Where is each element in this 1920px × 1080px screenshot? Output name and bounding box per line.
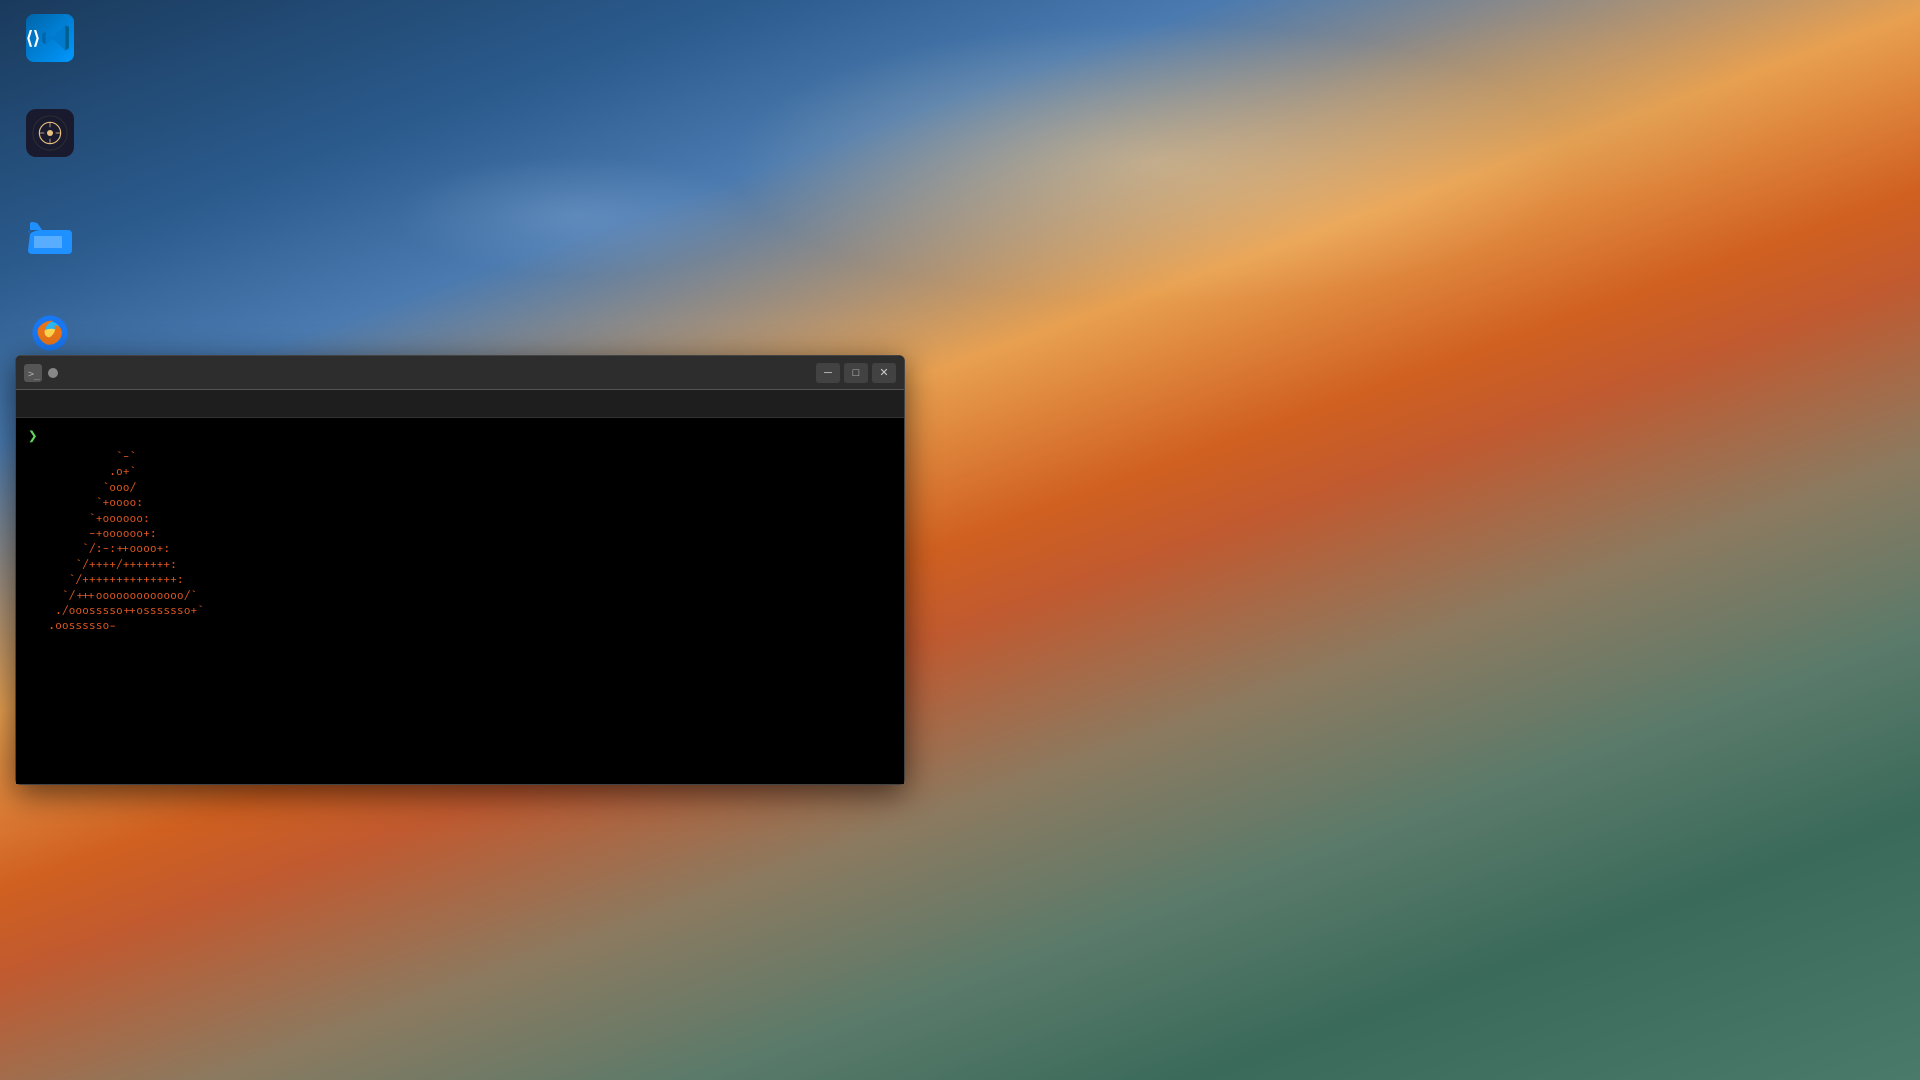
desktop: >_ ─ □ ✕ ❯ [0, 0, 1920, 1080]
titlebar-controls: ─ □ ✕ [816, 363, 896, 383]
close-button[interactable]: ✕ [872, 363, 896, 383]
terminal-titlebar: >_ ─ □ ✕ [16, 356, 904, 390]
neofetch-logo: `-` .o+` `ooo/ `+oooo: `+oooooo: -+ooooo… [28, 450, 288, 635]
neofetch-output: `-` .o+` `ooo/ `+oooo: `+oooooo: -+ooooo… [28, 450, 892, 635]
firefox-icon [26, 309, 74, 357]
menu-bookmarks[interactable] [84, 402, 100, 406]
prompt-arrow: ❯ [28, 426, 38, 446]
vscode-icon [26, 14, 74, 62]
terminal-body[interactable]: ❯ `-` .o+` `ooo/ `+oooo: `+oooooo: -+ooo… [16, 418, 904, 784]
titlebar-left: >_ [24, 364, 58, 382]
terminal-app-icon: >_ [24, 364, 42, 382]
terminal-window: >_ ─ □ ✕ ❯ [15, 355, 905, 785]
menu-help[interactable] [124, 402, 140, 406]
davinci-icon [26, 109, 74, 157]
menu-view[interactable] [64, 402, 80, 406]
minimize-button[interactable]: ─ [816, 363, 840, 383]
menu-settings[interactable] [104, 402, 120, 406]
dolphin-icon [26, 212, 74, 260]
terminal-menubar [16, 390, 904, 418]
prompt-line: ❯ [28, 426, 892, 446]
maximize-button[interactable]: □ [844, 363, 868, 383]
desktop-icon-davinci[interactable] [10, 105, 90, 165]
desktop-icon-dolphin[interactable] [10, 208, 90, 268]
menu-edit[interactable] [44, 402, 60, 406]
menu-file[interactable] [24, 402, 40, 406]
titlebar-dot [48, 368, 58, 378]
svg-text:>_: >_ [28, 369, 40, 380]
desktop-icon-vscode[interactable] [10, 10, 90, 70]
